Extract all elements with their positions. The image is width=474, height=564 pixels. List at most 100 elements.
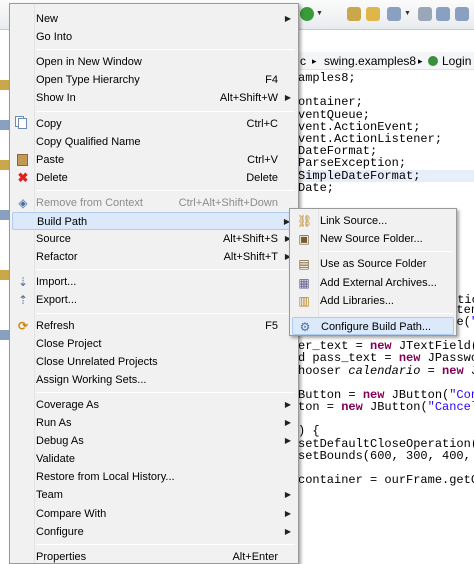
import-icon: ⇣ (17, 275, 29, 290)
back-icon[interactable] (436, 7, 450, 21)
menu-item-paste[interactable]: Paste Ctrl+V (12, 151, 296, 169)
menu-item-show-in[interactable]: Show In Alt+Shift+W ▶ (12, 89, 296, 107)
new-source-folder-icon: ▣ (298, 232, 310, 247)
submenu-item-configure-build-path[interactable]: ⚙ Configure Build Path... (292, 317, 454, 335)
menu-item-label: Open Type Hierarchy (36, 74, 140, 87)
menu-item-export[interactable]: ⇡ Export... (12, 291, 296, 309)
menu-item-label: Delete (36, 171, 68, 184)
tree-item-icon (0, 160, 9, 170)
menu-item-delete[interactable]: ✖ Delete Delete (12, 169, 296, 187)
menu-item-refresh[interactable]: ⟳ Refresh F5 (12, 317, 296, 335)
menu-item-shortcut: Ctrl+C (246, 117, 278, 130)
menu-item-label: Refactor (36, 251, 78, 264)
menu-item-new[interactable]: New ▶ (12, 10, 296, 28)
breadcrumb-package[interactable]: swing.examples8 (324, 54, 416, 68)
submenu-item-link-source[interactable]: ⛓ Link Source... (292, 212, 454, 230)
submenu-arrow-icon: ▶ (284, 418, 291, 427)
build-path-submenu: ⛓ Link Source... ▣ New Source Folder... ▤ Use… (289, 208, 457, 336)
submenu-arrow-icon: ▶ (284, 14, 291, 23)
menu-separator (36, 189, 295, 191)
code-line: container = ourFrame.getConte (298, 474, 474, 487)
menu-item-copy-qualified-name[interactable]: Copy Qualified Name (12, 133, 296, 151)
chevron-down-icon[interactable]: ▼ (404, 10, 411, 17)
menu-item-import[interactable]: ⇣ Import... (12, 273, 296, 291)
code-line: ) { (298, 425, 320, 438)
context-menu: New ▶ Go Into Open in New Window Open Type H… (9, 3, 299, 564)
menu-item-properties[interactable]: Properties Alt+Enter (12, 548, 296, 564)
menu-item-shortcut: Delete (246, 171, 278, 184)
menu-item-label: Configure (36, 525, 84, 538)
menu-item-shortcut: Alt+Enter (232, 550, 278, 563)
paste-icon (17, 153, 28, 166)
class-icon (428, 56, 438, 66)
menu-item-label: New (36, 13, 59, 25)
configure-build-path-icon: ⚙ (299, 320, 311, 334)
submenu-arrow-icon: ▶ (284, 436, 291, 446)
tree-item-icon (0, 270, 9, 280)
submenu-item-add-libraries[interactable]: ▥ Add Libraries... (292, 292, 454, 310)
breadcrumb-class[interactable]: Login (442, 54, 471, 68)
link-source-icon: ⛓ (297, 214, 313, 228)
submenu-item-new-source-folder[interactable]: ▣ New Source Folder... (292, 230, 454, 248)
menu-item-label: Run As (36, 417, 72, 429)
pin-icon[interactable] (418, 7, 432, 21)
menu-item-restore-from-local-history[interactable]: Restore from Local History... (12, 468, 296, 486)
menu-item-label: Build Path (37, 216, 88, 228)
code-line: ton = new JButton("Cancelar"); (298, 401, 474, 414)
chevron-down-icon[interactable]: ▼ (316, 10, 323, 17)
menu-item-run-as[interactable]: Run As ▶ (12, 414, 296, 432)
menu-separator (36, 49, 295, 51)
submenu-item-label: Use as Source Folder (320, 258, 427, 271)
forward-icon[interactable] (455, 7, 469, 21)
menu-item-team[interactable]: Team ▶ (12, 486, 296, 504)
menu-item-build-path[interactable]: Build Path ▶ (12, 212, 296, 230)
package-icon[interactable] (347, 7, 361, 21)
edit-icon[interactable] (387, 7, 401, 21)
submenu-item-use-as-source-folder[interactable]: ▤ Use as Source Folder (292, 255, 454, 273)
menu-item-coverage-as[interactable]: Coverage As ▶ (12, 396, 296, 414)
menu-item-refactor[interactable]: Refactor Alt+Shift+T ▶ (12, 248, 296, 266)
menu-item-validate[interactable]: Validate (12, 450, 296, 468)
menu-item-debug-as[interactable]: Debug As ▶ (12, 432, 296, 450)
menu-item-label: Close Unrelated Projects (36, 355, 158, 368)
menu-item-label: Compare With (36, 507, 107, 520)
run-icon[interactable] (300, 7, 314, 21)
submenu-item-label: Link Source... (320, 215, 388, 227)
menu-item-open-type-hierarchy[interactable]: Open Type Hierarchy F4 (12, 71, 296, 89)
code-line: DateFormat; (298, 145, 378, 158)
menu-item-label: Source (36, 233, 71, 246)
menu-item-label: Remove from Context (36, 196, 143, 209)
menu-separator (320, 313, 453, 314)
code-line: ParseException; (298, 157, 407, 170)
menu-item-label: Debug As (36, 435, 84, 448)
library-icon: ▥ (298, 293, 310, 308)
menu-item-close-unrelated-projects[interactable]: Close Unrelated Projects (12, 353, 296, 371)
menu-item-source[interactable]: Source Alt+Shift+S ▶ (12, 230, 296, 248)
menu-item-configure[interactable]: Configure ▶ (12, 523, 296, 541)
submenu-item-add-external-archives[interactable]: ▦ Add External Archives... (292, 274, 454, 292)
delete-icon: ✖ (17, 169, 29, 185)
menu-item-label: Close Project (36, 337, 102, 350)
code-line: hooser calendario = new JDateC (298, 364, 474, 377)
menu-item-open-in-new-window[interactable]: Open in New Window (12, 53, 296, 71)
code-line: setBounds(600, 300, 400, 250); (298, 449, 471, 462)
breadcrumb-partial[interactable]: c (300, 54, 306, 68)
submenu-item-label: Add External Archives... (320, 276, 437, 289)
menu-item-copy[interactable]: Copy Ctrl+C (12, 115, 296, 133)
code-line: setDefaultCloseOperation(JFrame (298, 437, 474, 450)
menu-item-label: Coverage As (36, 398, 99, 411)
menu-separator (36, 110, 295, 112)
code-line: ontainer; (298, 96, 363, 109)
menu-item-close-project[interactable]: Close Project (12, 335, 296, 353)
code-line: Date; (298, 181, 335, 194)
menu-item-go-into[interactable]: Go Into (12, 28, 296, 46)
folder-icon[interactable] (366, 7, 380, 21)
menu-item-assign-working-sets[interactable]: Assign Working Sets... (12, 371, 296, 389)
submenu-item-label: Configure Build Path... (321, 321, 432, 333)
menu-item-label: Validate (36, 453, 75, 466)
menu-item-compare-with[interactable]: Compare With ▶ (12, 505, 296, 523)
menu-item-shortcut: Ctrl+Alt+Shift+Down (178, 196, 278, 209)
